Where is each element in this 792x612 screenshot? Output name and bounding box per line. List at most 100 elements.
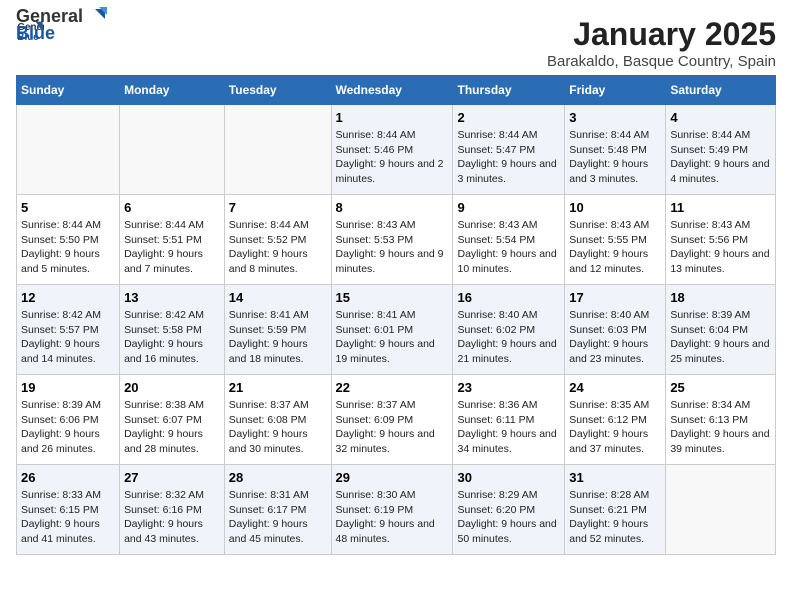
cell-3-2: 21 Sunrise: 8:37 AM Sunset: 6:08 PM Dayli…	[224, 375, 331, 465]
cell-4-1: 27 Sunrise: 8:32 AM Sunset: 6:16 PM Dayli…	[120, 465, 225, 555]
cell-content-25: Sunrise: 8:34 AM Sunset: 6:13 PM Dayligh…	[670, 398, 771, 457]
cell-content-18: Sunrise: 8:39 AM Sunset: 6:04 PM Dayligh…	[670, 308, 771, 367]
cell-content-28: Sunrise: 8:31 AM Sunset: 6:17 PM Dayligh…	[229, 488, 327, 547]
day-number-23: 23	[457, 380, 560, 395]
day-number-4: 4	[670, 110, 771, 125]
cell-content-31: Sunrise: 8:28 AM Sunset: 6:21 PM Dayligh…	[569, 488, 661, 547]
main-title: January 2025	[547, 16, 776, 53]
cell-2-3: 15 Sunrise: 8:41 AM Sunset: 6:01 PM Dayli…	[331, 285, 453, 375]
day-number-21: 21	[229, 380, 327, 395]
cell-3-4: 23Sunrise: 8:36 AM Sunset: 6:11 PM Dayli…	[453, 375, 565, 465]
cell-content-20: Sunrise: 8:38 AM Sunset: 6:07 PM Dayligh…	[124, 398, 220, 457]
day-number-5: 5	[21, 200, 115, 215]
cell-content-10: Sunrise: 8:43 AM Sunset: 5:55 PM Dayligh…	[569, 218, 661, 277]
logo-blue: Blue	[16, 23, 55, 44]
cell-content-9: Sunrise: 8:43 AM Sunset: 5:54 PM Dayligh…	[457, 218, 560, 277]
header-monday: Monday	[120, 76, 225, 105]
cell-content-7: Sunrise: 8:44 AM Sunset: 5:52 PM Dayligh…	[229, 218, 327, 277]
day-number-1: 1	[336, 110, 449, 125]
cell-content-29: Sunrise: 8:30 AM Sunset: 6:19 PM Dayligh…	[336, 488, 449, 547]
calendar-wrapper: Sunday Monday Tuesday Wednesday Thursday…	[16, 75, 776, 555]
cell-content-11: Sunrise: 8:43 AM Sunset: 5:56 PM Dayligh…	[670, 218, 771, 277]
cell-1-0: 5 Sunrise: 8:44 AM Sunset: 5:50 PM Daylig…	[17, 195, 120, 285]
cell-1-4: 9 Sunrise: 8:43 AM Sunset: 5:54 PM Daylig…	[453, 195, 565, 285]
cell-content-26: Sunrise: 8:33 AM Sunset: 6:15 PM Dayligh…	[21, 488, 115, 547]
day-number-22: 22	[336, 380, 449, 395]
day-number-15: 15	[336, 290, 449, 305]
day-number-19: 19	[21, 380, 115, 395]
day-number-9: 9	[457, 200, 560, 215]
logo-container: General Blue	[16, 5, 136, 60]
cell-1-1: 6Sunrise: 8:44 AM Sunset: 5:51 PM Daylig…	[120, 195, 225, 285]
day-number-11: 11	[670, 200, 771, 215]
cell-content-15: Sunrise: 8:41 AM Sunset: 6:01 PM Dayligh…	[336, 308, 449, 367]
cell-4-4: 30 Sunrise: 8:29 AM Sunset: 6:20 PM Dayli…	[453, 465, 565, 555]
title-area: January 2025 Barakaldo, Basque Country, …	[547, 16, 776, 70]
day-number-17: 17	[569, 290, 661, 305]
cell-3-6: 25Sunrise: 8:34 AM Sunset: 6:13 PM Dayli…	[666, 375, 776, 465]
cell-4-2: 28Sunrise: 8:31 AM Sunset: 6:17 PM Dayli…	[224, 465, 331, 555]
cell-content-6: Sunrise: 8:44 AM Sunset: 5:51 PM Dayligh…	[124, 218, 220, 277]
cell-content-27: Sunrise: 8:32 AM Sunset: 6:16 PM Dayligh…	[124, 488, 220, 547]
cell-content-21: Sunrise: 8:37 AM Sunset: 6:08 PM Dayligh…	[229, 398, 327, 457]
cell-2-5: 17 Sunrise: 8:40 AM Sunset: 6:03 PM Dayli…	[565, 285, 666, 375]
cell-0-6: 4 Sunrise: 8:44 AM Sunset: 5:49 PM Daylig…	[666, 105, 776, 195]
day-number-7: 7	[229, 200, 327, 215]
day-number-24: 24	[569, 380, 661, 395]
day-number-31: 31	[569, 470, 661, 485]
day-number-26: 26	[21, 470, 115, 485]
calendar-table: Sunday Monday Tuesday Wednesday Thursday…	[16, 75, 776, 555]
cell-2-0: 12Sunrise: 8:42 AM Sunset: 5:57 PM Dayli…	[17, 285, 120, 375]
header-thursday: Thursday	[453, 76, 565, 105]
cell-0-1	[120, 105, 225, 195]
cell-content-3: Sunrise: 8:44 AM Sunset: 5:48 PM Dayligh…	[569, 128, 661, 187]
cell-2-6: 18Sunrise: 8:39 AM Sunset: 6:04 PM Dayli…	[666, 285, 776, 375]
cell-4-0: 26 Sunrise: 8:33 AM Sunset: 6:15 PM Dayli…	[17, 465, 120, 555]
day-number-30: 30	[457, 470, 560, 485]
cell-content-30: Sunrise: 8:29 AM Sunset: 6:20 PM Dayligh…	[457, 488, 560, 547]
day-number-2: 2	[457, 110, 560, 125]
cell-content-17: Sunrise: 8:40 AM Sunset: 6:03 PM Dayligh…	[569, 308, 661, 367]
day-number-20: 20	[124, 380, 220, 395]
cell-4-5: 31 Sunrise: 8:28 AM Sunset: 6:21 PM Dayli…	[565, 465, 666, 555]
cell-content-4: Sunrise: 8:44 AM Sunset: 5:49 PM Dayligh…	[670, 128, 771, 187]
calendar-header: Sunday Monday Tuesday Wednesday Thursday…	[17, 76, 776, 105]
day-number-16: 16	[457, 290, 560, 305]
day-number-8: 8	[336, 200, 449, 215]
header-wednesday: Wednesday	[331, 76, 453, 105]
day-number-27: 27	[124, 470, 220, 485]
cell-3-5: 24Sunrise: 8:35 AM Sunset: 6:12 PM Dayli…	[565, 375, 666, 465]
cell-3-3: 22 Sunrise: 8:37 AM Sunset: 6:09 PM Dayli…	[331, 375, 453, 465]
header-sunday: Sunday	[17, 76, 120, 105]
cell-0-4: 2Sunrise: 8:44 AM Sunset: 5:47 PM Daylig…	[453, 105, 565, 195]
cell-4-6	[666, 465, 776, 555]
cell-0-3: 1Sunrise: 8:44 AM Sunset: 5:46 PM Daylig…	[331, 105, 453, 195]
cell-0-5: 3Sunrise: 8:44 AM Sunset: 5:48 PM Daylig…	[565, 105, 666, 195]
day-number-13: 13	[124, 290, 220, 305]
calendar-body: 1Sunrise: 8:44 AM Sunset: 5:46 PM Daylig…	[17, 105, 776, 555]
header-row: Sunday Monday Tuesday Wednesday Thursday…	[17, 76, 776, 105]
cell-1-5: 10 Sunrise: 8:43 AM Sunset: 5:55 PM Dayli…	[565, 195, 666, 285]
cell-content-8: Sunrise: 8:43 AM Sunset: 5:53 PM Dayligh…	[336, 218, 449, 277]
cell-content-12: Sunrise: 8:42 AM Sunset: 5:57 PM Dayligh…	[21, 308, 115, 367]
cell-2-1: 13 Sunrise: 8:42 AM Sunset: 5:58 PM Dayli…	[120, 285, 225, 375]
header-saturday: Saturday	[666, 76, 776, 105]
day-number-14: 14	[229, 290, 327, 305]
cell-3-1: 20 Sunrise: 8:38 AM Sunset: 6:07 PM Dayli…	[120, 375, 225, 465]
cell-2-2: 14Sunrise: 8:41 AM Sunset: 5:59 PM Dayli…	[224, 285, 331, 375]
cell-content-13: Sunrise: 8:42 AM Sunset: 5:58 PM Dayligh…	[124, 308, 220, 367]
cell-4-3: 29 Sunrise: 8:30 AM Sunset: 6:19 PM Dayli…	[331, 465, 453, 555]
day-number-29: 29	[336, 470, 449, 485]
cell-1-3: 8 Sunrise: 8:43 AM Sunset: 5:53 PM Daylig…	[331, 195, 453, 285]
cell-1-2: 7 Sunrise: 8:44 AM Sunset: 5:52 PM Daylig…	[224, 195, 331, 285]
day-number-10: 10	[569, 200, 661, 215]
week-row-4: 19Sunrise: 8:39 AM Sunset: 6:06 PM Dayli…	[17, 375, 776, 465]
cell-0-0	[17, 105, 120, 195]
week-row-1: 1Sunrise: 8:44 AM Sunset: 5:46 PM Daylig…	[17, 105, 776, 195]
cell-content-5: Sunrise: 8:44 AM Sunset: 5:50 PM Dayligh…	[21, 218, 115, 277]
cell-content-22: Sunrise: 8:37 AM Sunset: 6:09 PM Dayligh…	[336, 398, 449, 457]
cell-content-16: Sunrise: 8:40 AM Sunset: 6:02 PM Dayligh…	[457, 308, 560, 367]
week-row-2: 5 Sunrise: 8:44 AM Sunset: 5:50 PM Daylig…	[17, 195, 776, 285]
header-friday: Friday	[565, 76, 666, 105]
logo-bird-icon	[85, 5, 107, 27]
